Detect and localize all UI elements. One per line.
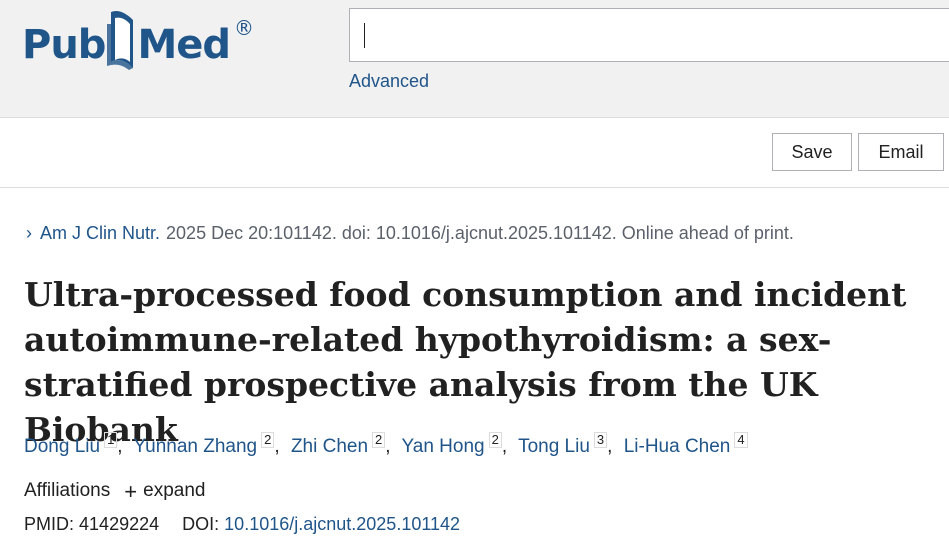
site-header: Pub Med ® Advanced (0, 0, 949, 118)
citation-details: 2025 Dec 20:101142. doi: 10.1016/j.ajcnu… (166, 223, 794, 243)
advanced-search-link[interactable]: Advanced (349, 71, 429, 92)
registered-mark: ® (234, 16, 255, 40)
expand-button[interactable]: + expand (124, 480, 205, 502)
author-item: Li-Hua Chen 4 (624, 432, 748, 457)
author-link[interactable]: Dong Liu (24, 436, 100, 457)
affiliation-number[interactable]: 4 (734, 432, 748, 448)
author-item: Dong Liu 1, (24, 432, 123, 457)
author-item: Yan Hong 2, (401, 432, 508, 457)
affiliation-number[interactable]: 2 (488, 432, 502, 448)
email-button[interactable]: Email (858, 133, 944, 171)
affiliations-label: Affiliations (24, 480, 111, 501)
plus-icon: + (124, 478, 138, 504)
author-list: Dong Liu 1, Yunnan Zhang 2, Zhi Chen 2, Yan… (24, 432, 748, 458)
affiliation-number[interactable]: 1 (104, 432, 118, 448)
action-bar: Save Email (0, 118, 949, 188)
journal-link[interactable]: Am J Clin Nutr. (40, 223, 160, 244)
save-button[interactable]: Save (772, 133, 852, 171)
author-link[interactable]: Yunnan Zhang (134, 436, 258, 457)
search-input[interactable] (349, 8, 949, 62)
author-item: Tong Liu 3, (518, 432, 613, 457)
affiliation-number[interactable]: 2 (372, 432, 386, 448)
chevron-right-icon[interactable]: › (26, 223, 32, 244)
author-link[interactable]: Li-Hua Chen (624, 436, 731, 457)
author-item: Yunnan Zhang 2, (133, 432, 280, 457)
expand-label: expand (143, 480, 206, 501)
doi-label: DOI: (182, 514, 220, 534)
article-title: Ultra-processed food consumption and inc… (24, 275, 907, 449)
author-link[interactable]: Yan Hong (402, 436, 485, 457)
logo-text-med: Med (137, 22, 231, 68)
affiliation-number[interactable]: 2 (261, 432, 275, 448)
text-caret (364, 23, 365, 48)
author-item: Zhi Chen 2, (290, 432, 391, 457)
book-icon (107, 11, 134, 70)
author-link[interactable]: Zhi Chen (291, 436, 368, 457)
pubmed-logo[interactable]: Pub Med ® (22, 10, 254, 80)
pmid-value: 41429224 (79, 514, 160, 534)
identifiers: PMID: 41429224 DOI: 10.1016/j.ajcnut.202… (24, 514, 460, 535)
affiliation-number[interactable]: 3 (593, 432, 608, 448)
citation-line: › Am J Clin Nutr. 2025 Dec 20:101142. do… (26, 223, 794, 244)
pmid-label: PMID: (24, 514, 75, 534)
affiliations-section: Affiliations + expand (24, 480, 205, 502)
author-link[interactable]: Tong Liu (518, 436, 590, 457)
doi-link[interactable]: 10.1016/j.ajcnut.2025.101142 (224, 514, 460, 534)
logo-text-pub: Pub (22, 22, 106, 68)
